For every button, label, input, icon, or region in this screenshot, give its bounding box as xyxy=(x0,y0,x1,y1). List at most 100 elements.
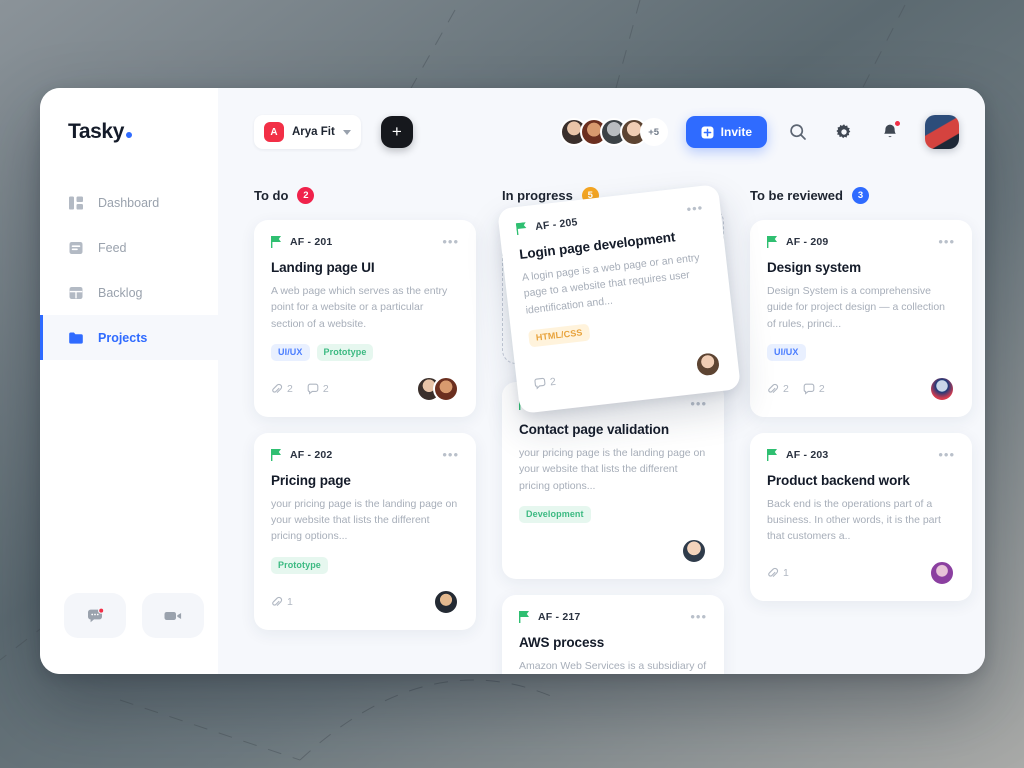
board-column-todo: To do 2 AF - 201 ••• Landing page UI A w… xyxy=(254,176,476,674)
video-call-button[interactable] xyxy=(142,593,204,638)
kanban-board: To do 2 AF - 201 ••• Landing page UI A w… xyxy=(218,176,985,674)
card-id: AF - 217 xyxy=(538,610,581,623)
video-camera-icon xyxy=(164,611,182,620)
sidebar-item-dashboard[interactable]: Dashboard xyxy=(40,180,218,225)
sidebar-item-label: Backlog xyxy=(98,285,143,300)
comment-count: 2 xyxy=(322,382,329,395)
card-more-button[interactable]: ••• xyxy=(938,235,955,248)
avatar[interactable] xyxy=(693,349,723,379)
avatar[interactable] xyxy=(929,375,955,402)
invite-button[interactable]: Invite xyxy=(685,116,767,148)
flag-icon xyxy=(271,448,281,461)
avatar[interactable] xyxy=(929,559,955,586)
avatar-overflow-count[interactable]: +5 xyxy=(639,118,668,146)
avatar[interactable] xyxy=(433,588,459,615)
card-more-button[interactable]: ••• xyxy=(938,448,955,461)
card-avatars xyxy=(929,375,955,402)
feed-icon xyxy=(68,240,84,256)
board-column-to-be-reviewed: To be reviewed 3 AF - 209 ••• Design sys… xyxy=(750,176,972,674)
card-description: Back end is the operations part of a bus… xyxy=(767,497,941,543)
sidebar-item-feed[interactable]: Feed xyxy=(40,225,218,270)
project-name: Arya Fit xyxy=(292,126,335,138)
messages-button[interactable] xyxy=(64,593,126,638)
card-footer: 2 2 xyxy=(767,375,955,402)
column-header: To do 2 xyxy=(254,176,476,214)
card-title: Design system xyxy=(767,260,861,275)
card-more-button[interactable]: ••• xyxy=(686,200,704,217)
card-tags: Development xyxy=(519,505,707,523)
logo-dot-icon xyxy=(126,132,132,138)
task-card[interactable]: AF - 203 ••• Product backend work Back e… xyxy=(750,432,972,601)
dashboard-icon xyxy=(68,195,84,211)
flag-icon xyxy=(271,236,281,248)
task-card[interactable]: AF - 202 ••• Pricing page your pricing p… xyxy=(254,432,476,630)
comment-icon xyxy=(307,383,319,395)
task-card[interactable]: AF - 209 ••• Design system Design System… xyxy=(750,220,972,417)
card-description: your pricing page is the landing page on… xyxy=(519,447,706,492)
column-count: 2 xyxy=(297,186,315,204)
card-tag[interactable]: HTML/CSS xyxy=(527,323,591,348)
comment-icon xyxy=(534,377,546,390)
sidebar: Tasky Dashboard Feed Backlog Projects xyxy=(40,88,218,674)
attachment-icon xyxy=(768,383,779,393)
app-window: Tasky Dashboard Feed Backlog Projects A … xyxy=(40,88,985,674)
task-card[interactable]: AF - 217 ••• AWS process Amazon Web Serv… xyxy=(502,594,724,674)
card-avatars xyxy=(929,559,955,586)
card-more-button[interactable]: ••• xyxy=(442,235,459,248)
card-tag[interactable]: Prototype xyxy=(316,343,374,361)
attachment-meta: 1 xyxy=(767,567,789,579)
column-count: 3 xyxy=(851,186,869,204)
dragging-task-card[interactable]: AF - 205 ••• Login page development A lo… xyxy=(497,184,741,414)
comment-count: 2 xyxy=(818,382,825,395)
attachment-meta: 2 xyxy=(767,383,789,395)
user-avatar[interactable] xyxy=(925,115,959,149)
comment-meta: 2 xyxy=(803,383,825,395)
card-tag[interactable]: Prototype xyxy=(271,556,328,574)
member-avatar-group: +5 xyxy=(559,118,668,146)
sidebar-bottom-actions xyxy=(40,593,218,674)
card-header: AF - 203 ••• xyxy=(767,448,955,461)
search-button[interactable] xyxy=(783,117,813,147)
notifications-button[interactable] xyxy=(875,117,905,147)
card-footer: 1 xyxy=(767,559,955,586)
card-tags: Prototype xyxy=(271,556,459,574)
attachment-count: 2 xyxy=(287,382,293,395)
card-description: Amazon Web Services is a subsidiary of A… xyxy=(519,659,707,672)
flag-icon xyxy=(767,236,777,248)
card-footer: 2 2 xyxy=(271,375,459,402)
card-id: AF - 205 xyxy=(534,216,579,233)
avatar[interactable] xyxy=(681,537,707,564)
column-title: In progress xyxy=(502,187,573,203)
project-selector[interactable]: A Arya Fit xyxy=(254,115,361,149)
card-header: AF - 201 ••• xyxy=(271,235,459,248)
card-tag[interactable]: UI/UX xyxy=(271,343,310,361)
card-title: Contact page validation xyxy=(519,422,669,437)
card-avatars xyxy=(433,588,459,615)
avatar[interactable] xyxy=(433,375,459,402)
attachment-count: 2 xyxy=(783,382,789,395)
attachment-count: 1 xyxy=(287,595,293,608)
folder-icon xyxy=(68,330,84,346)
search-icon xyxy=(790,124,806,140)
card-footer: 2 xyxy=(533,349,723,397)
card-footer xyxy=(519,537,707,564)
card-title: Product backend work xyxy=(767,472,910,488)
card-title: Landing page UI xyxy=(271,260,375,275)
sidebar-item-backlog[interactable]: Backlog xyxy=(40,270,218,315)
attachment-icon xyxy=(272,383,283,393)
sidebar-item-projects[interactable]: Projects xyxy=(40,315,218,360)
plus-square-icon xyxy=(701,126,714,138)
card-avatars xyxy=(416,375,459,402)
card-more-button[interactable]: ••• xyxy=(690,610,707,623)
task-card[interactable]: AF - 201 ••• Landing page UI A web page … xyxy=(254,220,476,417)
card-tag[interactable]: UI/UX xyxy=(767,343,806,361)
card-more-button[interactable]: ••• xyxy=(442,448,459,461)
chevron-down-icon xyxy=(342,129,351,135)
card-tag[interactable]: Development xyxy=(519,505,591,523)
add-button[interactable]: + xyxy=(380,116,413,148)
attachment-meta: 2 xyxy=(271,383,293,395)
settings-button[interactable] xyxy=(829,117,859,147)
attachment-icon xyxy=(272,596,283,606)
card-more-button[interactable]: ••• xyxy=(690,397,707,410)
comment-meta: 2 xyxy=(533,376,556,390)
